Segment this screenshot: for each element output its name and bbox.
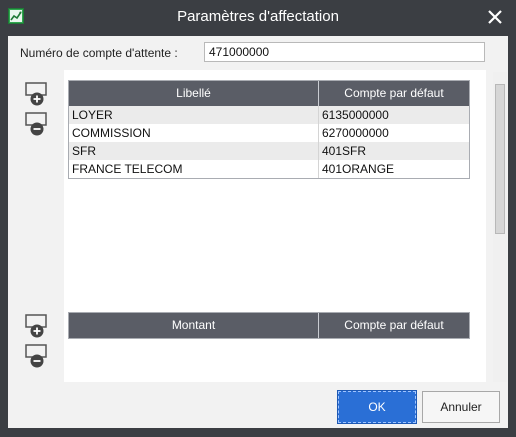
labels-table-header: Libellé Compte par défaut: [69, 81, 469, 106]
dialog-content: Numéro de compte d'attente : 471000000 L…: [8, 36, 508, 428]
add-row-icon[interactable]: [23, 312, 51, 340]
waiting-account-label: Numéro de compte d'attente :: [20, 46, 178, 60]
table-cell-account[interactable]: 401SFR: [319, 142, 469, 160]
cancel-button[interactable]: Annuler: [422, 391, 500, 423]
table-cell-account[interactable]: 401ORANGE: [319, 160, 469, 178]
waiting-account-row: Numéro de compte d'attente :: [8, 36, 508, 68]
close-icon[interactable]: [484, 6, 506, 28]
add-row-icon[interactable]: [23, 80, 51, 108]
table-row[interactable]: LOYER 6135000000: [69, 106, 469, 124]
amounts-toolbar: [14, 302, 64, 382]
labels-table: Libellé Compte par défaut LOYER 61350000…: [68, 80, 470, 179]
labels-toolbar: [14, 70, 64, 328]
remove-row-icon[interactable]: [23, 110, 51, 138]
waiting-account-input[interactable]: [204, 42, 485, 62]
table-cell-account[interactable]: 6270000000: [319, 124, 469, 142]
remove-row-icon[interactable]: [23, 342, 51, 370]
table-row[interactable]: SFR 401SFR: [69, 142, 469, 160]
table-row[interactable]: COMMISSION 6270000000: [69, 124, 469, 142]
column-header-amount[interactable]: Montant: [69, 313, 319, 338]
table-row[interactable]: FRANCE TELECOM 401ORANGE: [69, 160, 469, 178]
vertical-scrollbar[interactable]: ▼: [493, 72, 507, 418]
scrollbar-thumb[interactable]: [495, 84, 505, 234]
dialog-window: Paramètres d'affectation Numéro de compt…: [0, 0, 516, 437]
amounts-table-header: Montant Compte par défaut: [69, 313, 469, 338]
ok-button[interactable]: OK: [337, 390, 417, 424]
amounts-table: Montant Compte par défaut: [68, 312, 470, 339]
table-cell-label[interactable]: LOYER: [69, 106, 319, 124]
table-cell-label[interactable]: COMMISSION: [69, 124, 319, 142]
amounts-panel: Montant Compte par défaut: [14, 302, 486, 382]
window-title: Paramètres d'affectation: [177, 8, 339, 25]
column-header-default-account[interactable]: Compte par défaut: [319, 313, 469, 338]
table-cell-label[interactable]: FRANCE TELECOM: [69, 160, 319, 178]
table-cell-label[interactable]: SFR: [69, 142, 319, 160]
table-cell-account[interactable]: 6135000000: [319, 106, 469, 124]
column-header-default-account[interactable]: Compte par défaut: [319, 81, 469, 106]
column-header-libelle[interactable]: Libellé: [69, 81, 319, 106]
title-bar: Paramètres d'affectation: [0, 0, 516, 36]
dialog-footer: OK Annuler: [8, 382, 508, 428]
labels-panel: Libellé Compte par défaut LOYER 61350000…: [14, 70, 486, 328]
